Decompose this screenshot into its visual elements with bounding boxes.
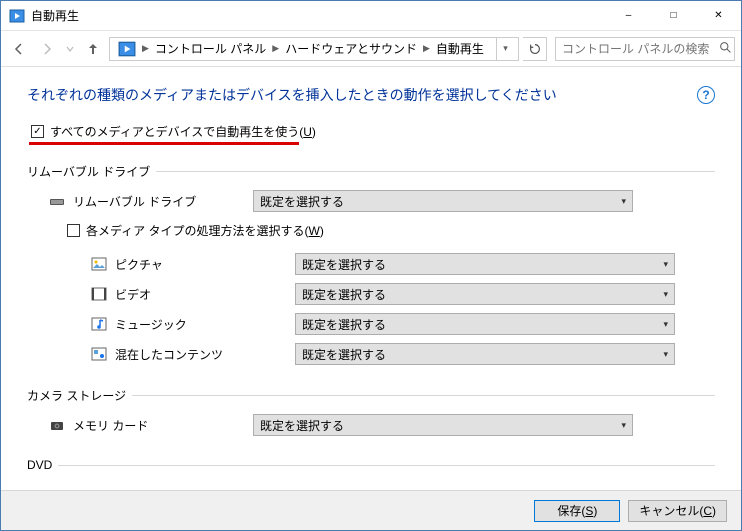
memory-card-icon bbox=[49, 417, 65, 433]
video-row: ビデオ 既定を選択する▾ bbox=[27, 283, 715, 305]
search-input[interactable] bbox=[560, 41, 719, 57]
pictures-row: ピクチャ 既定を選択する▾ bbox=[27, 253, 715, 275]
footer-bar: 保存(S) キャンセル(C) bbox=[1, 490, 741, 530]
mixed-row: 混在したコンテンツ 既定を選択する▾ bbox=[27, 343, 715, 365]
section-removable-heading: リムーバブル ドライブ bbox=[27, 163, 715, 180]
media-type-checkbox-row: 各メディア タイプの処理方法を選択する(W) bbox=[27, 222, 715, 239]
mixed-icon bbox=[91, 346, 107, 362]
refresh-button[interactable] bbox=[523, 37, 547, 61]
window-title: 自動再生 bbox=[31, 7, 79, 24]
chevron-down-icon: ▾ bbox=[663, 259, 668, 270]
headline-text: それぞれの種類のメディアまたはデバイスを挿入したときの動作を選択してください bbox=[27, 85, 557, 105]
memory-card-combo[interactable]: 既定を選択する▾ bbox=[253, 414, 633, 436]
pictures-label: ピクチャ bbox=[115, 256, 295, 273]
back-button[interactable] bbox=[7, 37, 31, 61]
autoplay-app-icon bbox=[9, 8, 25, 24]
forward-button[interactable] bbox=[35, 37, 59, 61]
address-bar[interactable]: ▶ コントロール パネル ▶ ハードウェアとサウンド ▶ 自動再生 ▾ bbox=[109, 37, 519, 61]
removable-drive-label: リムーバブル ドライブ bbox=[73, 193, 253, 210]
section-camera-heading: カメラ ストレージ bbox=[27, 387, 715, 404]
music-combo[interactable]: 既定を選択する▾ bbox=[295, 313, 675, 335]
breadcrumb-item[interactable]: 自動再生 bbox=[432, 38, 488, 59]
close-button[interactable]: ✕ bbox=[696, 1, 741, 30]
master-autoplay-checkbox-row: すべてのメディアとデバイスで自動再生を使う(U) bbox=[31, 123, 715, 140]
chevron-right-icon: ▶ bbox=[270, 43, 281, 54]
mixed-combo[interactable]: 既定を選択する▾ bbox=[295, 343, 675, 365]
titlebar: 自動再生 – □ ✕ bbox=[1, 1, 741, 31]
minimize-button[interactable]: – bbox=[606, 1, 651, 30]
maximize-button[interactable]: □ bbox=[651, 1, 696, 30]
cancel-button[interactable]: キャンセル(C) bbox=[628, 500, 727, 522]
video-combo[interactable]: 既定を選択する▾ bbox=[295, 283, 675, 305]
navbar: ▶ コントロール パネル ▶ ハードウェアとサウンド ▶ 自動再生 ▾ bbox=[1, 31, 741, 67]
pictures-combo[interactable]: 既定を選択する▾ bbox=[295, 253, 675, 275]
content-area: それぞれの種類のメディアまたはデバイスを挿入したときの動作を選択してください ?… bbox=[1, 67, 741, 530]
memory-card-label: メモリ カード bbox=[73, 417, 253, 434]
recent-dropdown[interactable] bbox=[63, 37, 77, 61]
breadcrumb-item[interactable]: ハードウェアとサウンド bbox=[281, 38, 421, 59]
video-icon bbox=[91, 286, 107, 302]
help-icon[interactable]: ? bbox=[697, 86, 715, 104]
chevron-right-icon: ▶ bbox=[140, 43, 151, 54]
media-type-label: 各メディア タイプの処理方法を選択する(W) bbox=[86, 222, 324, 239]
music-icon bbox=[91, 316, 107, 332]
section-dvd-heading: DVD bbox=[27, 458, 715, 472]
media-type-checkbox[interactable] bbox=[67, 224, 80, 237]
chevron-right-icon: ▶ bbox=[421, 43, 432, 54]
chevron-down-icon: ▾ bbox=[663, 319, 668, 330]
master-autoplay-label: すべてのメディアとデバイスで自動再生を使う(U) bbox=[50, 123, 316, 140]
search-box[interactable] bbox=[555, 37, 735, 61]
save-button[interactable]: 保存(S) bbox=[534, 500, 620, 522]
chevron-down-icon: ▾ bbox=[621, 196, 626, 207]
chevron-down-icon: ▾ bbox=[663, 289, 668, 300]
picture-icon bbox=[91, 256, 107, 272]
mixed-label: 混在したコンテンツ bbox=[115, 346, 295, 363]
removable-drive-row: リムーバブル ドライブ 既定を選択する▾ bbox=[27, 190, 715, 212]
search-icon[interactable] bbox=[719, 41, 732, 57]
page-headline: それぞれの種類のメディアまたはデバイスを挿入したときの動作を選択してください ? bbox=[27, 85, 715, 105]
highlight-underline bbox=[29, 142, 299, 145]
memory-card-row: メモリ カード 既定を選択する▾ bbox=[27, 414, 715, 436]
chevron-down-icon: ▾ bbox=[621, 420, 626, 431]
master-autoplay-checkbox[interactable] bbox=[31, 125, 44, 138]
breadcrumb-item[interactable]: コントロール パネル bbox=[151, 38, 270, 59]
breadcrumb-dropdown[interactable]: ▾ bbox=[496, 38, 514, 60]
video-label: ビデオ bbox=[115, 286, 295, 303]
removable-drive-combo[interactable]: 既定を選択する▾ bbox=[253, 190, 633, 212]
music-row: ミュージック 既定を選択する▾ bbox=[27, 313, 715, 335]
window-frame: 自動再生 – □ ✕ ▶ コントロール パネル ▶ ハードウェアとサウンド ▶ … bbox=[0, 0, 742, 531]
music-label: ミュージック bbox=[115, 316, 295, 333]
up-button[interactable] bbox=[81, 37, 105, 61]
removable-drive-icon bbox=[49, 193, 65, 209]
autoplay-addr-icon bbox=[118, 40, 136, 58]
chevron-down-icon: ▾ bbox=[663, 349, 668, 360]
